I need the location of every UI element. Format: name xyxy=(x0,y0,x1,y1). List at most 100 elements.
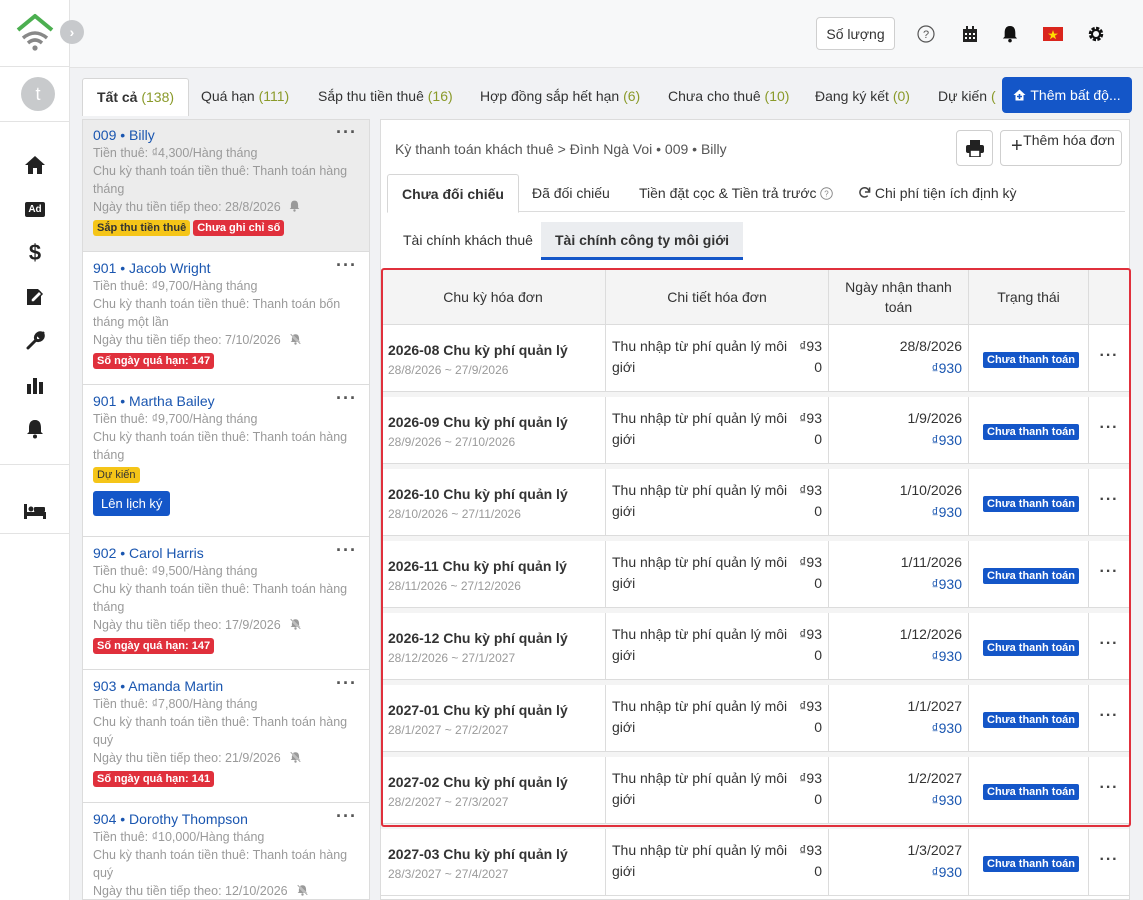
breadcrumb[interactable]: Kỳ thanh toán khách thuê > Đình Ngà Voi … xyxy=(395,141,727,157)
bell-off-icon[interactable] xyxy=(289,332,302,350)
tab-tenant-finance[interactable]: Tài chính khách thuê xyxy=(403,222,533,260)
more-icon[interactable]: ··· xyxy=(1089,779,1129,797)
col-header[interactable]: Trạng thái xyxy=(969,269,1089,325)
tenant-cycle: Chu kỳ thanh toán tiền thuê: Thanh toán … xyxy=(93,715,348,747)
quantity-button[interactable]: Số lượng xyxy=(816,17,895,50)
tenant-name[interactable]: 904 • Dorothy Thompson xyxy=(93,810,359,828)
tenant-card[interactable]: 901 • Jacob Wright ··· Tiền thuê: ₫9,700… xyxy=(83,253,369,385)
bell-off-icon[interactable] xyxy=(289,617,302,635)
more-icon[interactable]: ··· xyxy=(336,806,357,827)
more-icon[interactable]: ··· xyxy=(1089,851,1129,869)
payment-amount-link[interactable]: ₫930 xyxy=(931,792,962,808)
ad-icon[interactable]: Ad xyxy=(22,196,48,222)
cycle-title: 2026-12 Chu kỳ phí quản lý xyxy=(388,630,568,646)
col-header[interactable]: Chi tiết hóa đơn xyxy=(606,269,829,325)
detail-amount: ₫930 xyxy=(799,482,822,519)
tenant-card[interactable]: 903 • Amanda Martin ··· Tiền thuê: ₫7,80… xyxy=(83,671,369,803)
bell-off-icon[interactable] xyxy=(289,750,302,768)
tenant-name[interactable]: 903 • Amanda Martin xyxy=(93,677,359,695)
bell-icon[interactable] xyxy=(22,416,48,442)
calendar-icon[interactable] xyxy=(960,24,980,44)
payment-amount-link[interactable]: ₫930 xyxy=(931,360,962,376)
more-icon[interactable]: ··· xyxy=(336,540,357,561)
table-row[interactable]: 2026-12 Chu kỳ phí quản lý 28/12/2026 ~ 2… xyxy=(381,613,1129,680)
tab-vacant[interactable]: Chưa cho thuê (10) xyxy=(668,78,789,116)
payment-amount-link[interactable]: ₫930 xyxy=(931,864,962,880)
more-icon[interactable]: ··· xyxy=(1089,563,1129,581)
table-row[interactable]: 2026-08 Chu kỳ phí quản lý 28/8/2026 ~ 27… xyxy=(381,325,1129,392)
payment-amount-link[interactable]: ₫930 xyxy=(931,432,962,448)
help-icon[interactable]: ? xyxy=(820,187,834,200)
contract-edit-icon[interactable] xyxy=(22,284,48,310)
tenant-card[interactable]: 902 • Carol Harris ··· Tiền thuê: ₫9,500… xyxy=(83,538,369,670)
tenant-name[interactable]: 009 • Billy xyxy=(93,126,359,144)
more-icon[interactable]: ··· xyxy=(1089,419,1129,437)
status-badge: Dự kiến xyxy=(93,467,140,483)
tenant-next-date: Ngày thu tiền tiếp theo: 7/10/2026 xyxy=(93,333,281,347)
tenant-next-date: Ngày thu tiền tiếp theo: 17/9/2026 xyxy=(93,618,281,632)
print-button[interactable] xyxy=(956,130,993,166)
more-icon[interactable]: ··· xyxy=(1089,347,1129,365)
table-row[interactable]: 2026-09 Chu kỳ phí quản lý 28/9/2026 ~ 27… xyxy=(381,397,1129,464)
tenant-name[interactable]: 901 • Jacob Wright xyxy=(93,259,359,277)
tenant-card[interactable]: 009 • Billy ··· Tiền thuê: ₫4,300/Hàng t… xyxy=(83,120,369,252)
settings-icon[interactable] xyxy=(1086,24,1106,44)
tab-expected[interactable]: Dự kiến ( xyxy=(938,78,996,116)
cycle-range: 28/9/2026 ~ 27/10/2026 xyxy=(388,435,516,449)
payment-amount-link[interactable]: ₫930 xyxy=(931,576,962,592)
avatar[interactable]: t xyxy=(21,77,55,111)
detail-amount: ₫930 xyxy=(799,698,822,735)
table-row[interactable]: 2027-03 Chu kỳ phí quản lý 28/3/2027 ~ 27… xyxy=(381,829,1129,896)
tab-reconciled[interactable]: Đã đối chiếu xyxy=(532,174,610,212)
dollar-icon[interactable]: $ xyxy=(22,240,48,266)
tab-upcoming-rent[interactable]: Sắp thu tiền thuê (16) xyxy=(318,78,453,116)
tab-signing[interactable]: Đang ký kết (0) xyxy=(815,78,910,116)
more-icon[interactable]: ··· xyxy=(1089,491,1129,509)
vietnam-flag-icon[interactable] xyxy=(1043,24,1063,44)
tenant-card[interactable]: 901 • Martha Bailey ··· Tiền thuê: ₫9,70… xyxy=(83,386,369,537)
schedule-signing-button[interactable]: Lên lịch ký xyxy=(93,491,171,516)
payment-amount-link[interactable]: ₫930 xyxy=(931,720,962,736)
bar-chart-icon[interactable] xyxy=(22,372,48,398)
payment-date: 1/10/2026 xyxy=(899,482,962,498)
tenant-rent: Tiền thuê: ₫9,700/Hàng tháng xyxy=(93,412,258,426)
tab-recurring-utilities[interactable]: Chi phí tiện ích định kỳ xyxy=(858,174,1017,212)
table-row[interactable]: 2027-02 Chu kỳ phí quản lý 28/2/2027 ~ 27… xyxy=(381,757,1129,824)
tenant-rent: Tiền thuê: ₫4,300/Hàng tháng xyxy=(93,146,258,160)
more-icon[interactable]: ··· xyxy=(336,255,357,276)
tab-count: (138) xyxy=(141,89,175,105)
bed-icon[interactable] xyxy=(22,498,48,524)
help-icon[interactable]: ? xyxy=(916,24,936,44)
tab-deposits-prepayments[interactable]: Tiền đặt cọc & Tiền trả trước ? xyxy=(639,174,834,212)
bell-off-icon[interactable] xyxy=(296,883,309,899)
bell-icon[interactable] xyxy=(289,199,300,217)
more-icon[interactable]: ··· xyxy=(336,673,357,694)
table-row[interactable]: 2027-01 Chu kỳ phí quản lý 28/1/2027 ~ 27… xyxy=(381,685,1129,752)
more-icon[interactable]: ··· xyxy=(1089,635,1129,653)
table-row[interactable]: 2026-10 Chu kỳ phí quản lý 28/10/2026 ~ 2… xyxy=(381,469,1129,536)
more-icon[interactable]: ··· xyxy=(336,388,357,409)
payment-amount-link[interactable]: ₫930 xyxy=(931,648,962,664)
home-icon[interactable] xyxy=(22,152,48,178)
add-property-button[interactable]: Thêm bất độ... xyxy=(1002,77,1132,113)
wrench-icon[interactable] xyxy=(22,328,48,354)
chevron-right-icon[interactable]: › xyxy=(60,20,84,44)
tab-unreconciled[interactable]: Chưa đối chiếu xyxy=(387,174,519,213)
tab-all[interactable]: Tất cả (138) xyxy=(82,78,190,116)
add-invoice-button[interactable]: + Thêm hóa đơn xyxy=(1000,130,1122,166)
tab-label: Tiền đặt cọc & Tiền trả trước xyxy=(639,185,817,201)
tab-expiring-contracts[interactable]: Hợp đồng sắp hết hạn (6) xyxy=(480,78,640,116)
tab-brokerage-finance[interactable]: Tài chính công ty môi giới xyxy=(541,222,744,260)
tenant-name[interactable]: 902 • Carol Harris xyxy=(93,544,359,562)
logo-icon[interactable] xyxy=(14,12,56,52)
tab-overdue[interactable]: Quá hạn (111) xyxy=(201,78,289,116)
more-icon[interactable]: ··· xyxy=(336,122,357,143)
col-header[interactable]: Ngày nhận thanh toán xyxy=(829,269,969,325)
tenant-card[interactable]: 904 • Dorothy Thompson ··· Tiền thuê: ₫1… xyxy=(83,804,369,899)
tenant-name[interactable]: 901 • Martha Bailey xyxy=(93,392,359,410)
more-icon[interactable]: ··· xyxy=(1089,707,1129,725)
col-header[interactable]: Chu kỳ hóa đơn xyxy=(381,269,606,325)
payment-amount-link[interactable]: ₫930 xyxy=(931,504,962,520)
table-row[interactable]: 2026-11 Chu kỳ phí quản lý 28/11/2026 ~ 2… xyxy=(381,541,1129,608)
bell-icon[interactable] xyxy=(1000,24,1020,44)
